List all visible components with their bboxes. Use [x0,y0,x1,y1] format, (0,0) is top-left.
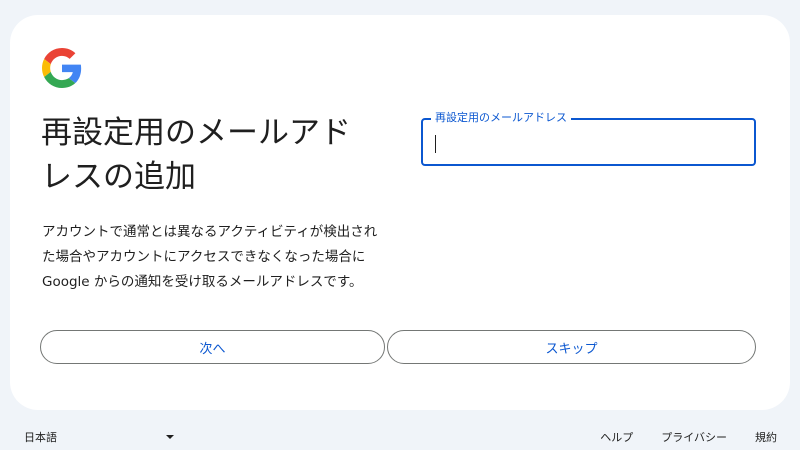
text-caret [435,135,436,153]
next-button[interactable]: 次へ [40,330,385,364]
language-selector[interactable]: 日本語 [24,429,174,445]
recovery-email-field[interactable]: 再設定用のメールアドレス [421,111,756,166]
google-logo-icon [42,48,82,88]
language-label: 日本語 [24,431,57,444]
description-text: アカウントで通常とは異なるアクティビティが検出された場合やアカウントにアクセスで… [42,224,378,290]
dropdown-arrow-icon [166,435,174,439]
recovery-email-input[interactable] [423,120,754,164]
help-link[interactable]: ヘルプ [600,429,633,445]
page-title: 再設定用のメールアドレスの追加 [41,115,351,195]
skip-button[interactable]: スキップ [387,330,756,364]
footer-links: ヘルプ プライバシー 規約 [600,429,777,445]
privacy-link[interactable]: プライバシー [661,429,727,445]
signin-card: 再設定用のメールアドレスの追加 アカウントで通常とは異なるアクティビティが検出さ… [10,15,790,410]
terms-link[interactable]: 規約 [755,429,777,445]
footer: 日本語 ヘルプ プライバシー 規約 [0,427,800,447]
